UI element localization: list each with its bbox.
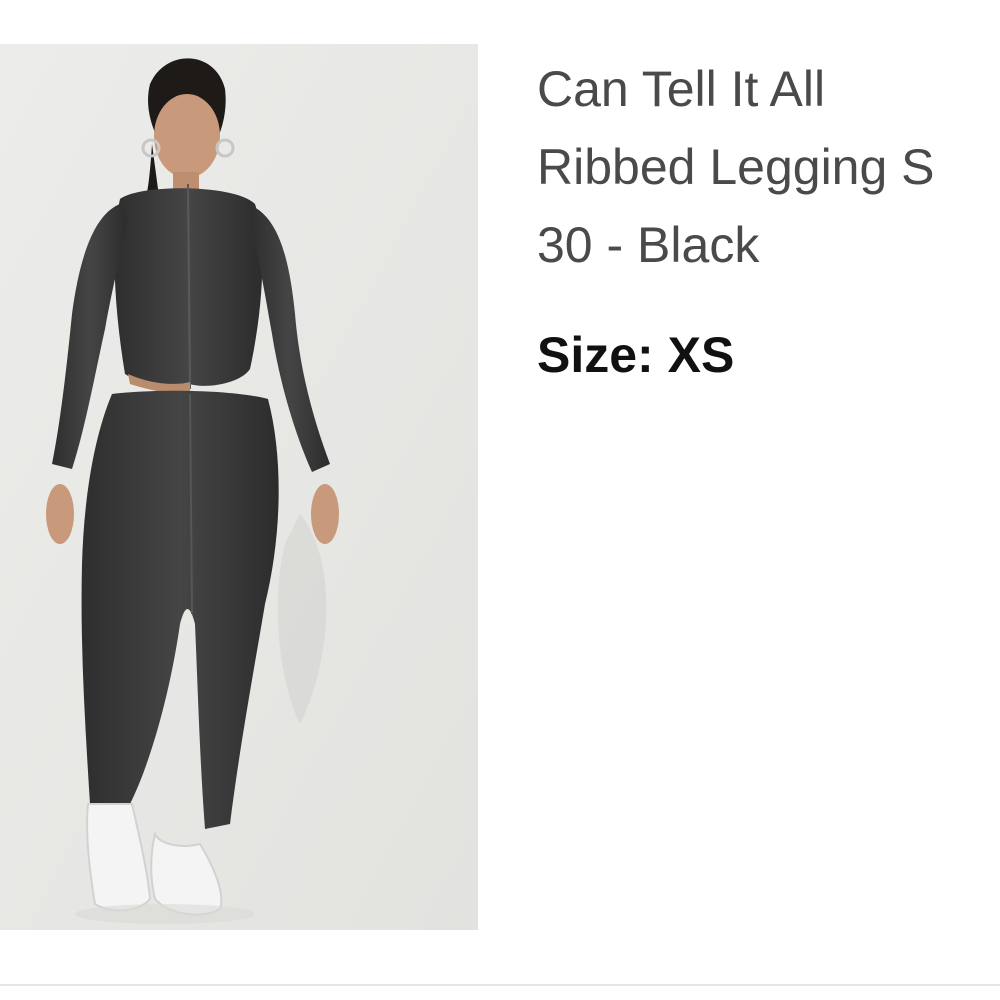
product-image[interactable] xyxy=(0,44,478,930)
size-info: Size: XS xyxy=(537,322,734,388)
product-title-line: 30 - Black xyxy=(537,217,760,273)
size-label: Size: xyxy=(537,327,654,383)
product-photo-model-icon xyxy=(0,44,478,930)
product-title-line: Can Tell It All xyxy=(537,61,826,117)
product-title-line: Ribbed Legging S xyxy=(537,139,935,195)
divider xyxy=(0,984,1000,986)
product-card: Can Tell It All Ribbed Legging S 30 - Bl… xyxy=(0,0,1000,1000)
product-title: Can Tell It All Ribbed Legging S 30 - Bl… xyxy=(537,50,1000,284)
size-value: XS xyxy=(667,327,735,383)
